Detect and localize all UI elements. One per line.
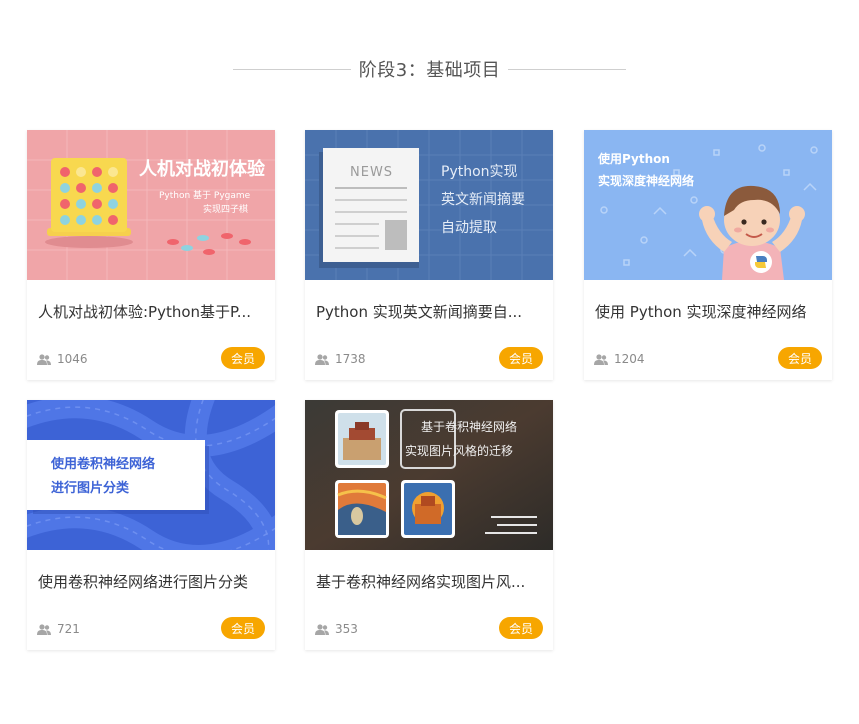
users-icon xyxy=(37,623,51,635)
course-title[interactable]: 基于卷积神经网络实现图片风... xyxy=(316,571,546,592)
learner-count: 1046 xyxy=(37,352,88,366)
thumb-subtitle: 进行图片分类 xyxy=(51,480,130,496)
learner-count: 1738 xyxy=(315,352,366,366)
learner-count: 1204 xyxy=(594,352,645,366)
divider-left xyxy=(232,68,351,70)
member-badge: 会员 xyxy=(778,347,822,369)
section-header: 阶段3：基础项目 xyxy=(0,54,859,84)
member-badge: 会员 xyxy=(499,617,543,639)
boy-python-illustration: 使用Python 实现深度神经网络 xyxy=(584,130,832,280)
course-thumbnail[interactable]: 基于卷积神经网络 实现图片风格的迁移 xyxy=(305,400,553,550)
thumb-subtitle: 实现深度神经网络 xyxy=(598,173,694,188)
users-icon xyxy=(315,623,329,635)
divider-right xyxy=(508,68,627,70)
news-label: NEWS xyxy=(350,165,393,180)
course-title[interactable]: Python 实现英文新闻摘要自... xyxy=(316,301,546,322)
course-card[interactable]: NEWS Python实现 英文新闻摘要 自动提取 Python 实现英文新闻摘… xyxy=(305,130,553,380)
thumb-title: 人机对战初体验 xyxy=(139,158,266,180)
connect-four-illustration: 人机对战初体验 Python 基于 Pygame 实现四子棋 xyxy=(27,130,275,280)
learner-count-value: 353 xyxy=(335,622,358,636)
course-thumbnail[interactable]: 人机对战初体验 Python 基于 Pygame 实现四子棋 xyxy=(27,130,275,280)
newspaper-illustration: NEWS Python实现 英文新闻摘要 自动提取 xyxy=(305,130,553,280)
member-badge: 会员 xyxy=(499,347,543,369)
course-card[interactable]: 人机对战初体验 Python 基于 Pygame 实现四子棋 人机对战初体验:P… xyxy=(27,130,275,380)
thumb-subtitle: 实现图片风格的迁移 xyxy=(405,443,513,458)
learner-count-value: 721 xyxy=(57,622,80,636)
thumb-title: 使用Python xyxy=(597,151,670,166)
style-transfer-illustration: 基于卷积神经网络 实现图片风格的迁移 xyxy=(305,400,553,550)
road-pattern-illustration: 使用卷积神经网络 进行图片分类 xyxy=(27,400,275,550)
course-card[interactable]: 使用卷积神经网络 进行图片分类 使用卷积神经网络进行图片分类 721 会员 xyxy=(27,400,275,650)
thumb-title: 使用卷积神经网络 xyxy=(50,456,155,472)
users-icon xyxy=(315,353,329,365)
thumb-title: 基于卷积神经网络 xyxy=(421,419,517,434)
users-icon xyxy=(594,353,608,365)
learner-count: 353 xyxy=(315,622,358,636)
users-icon xyxy=(37,353,51,365)
thumb-subtitle-2: 实现四子棋 xyxy=(203,203,248,215)
course-title[interactable]: 使用 Python 实现深度神经网络 xyxy=(595,301,825,322)
member-badge: 会员 xyxy=(221,347,265,369)
member-badge: 会员 xyxy=(221,617,265,639)
thumb-subtitle: 英文新闻摘要 xyxy=(441,191,525,208)
thumb-title: Python实现 xyxy=(441,164,518,180)
course-thumbnail[interactable]: NEWS Python实现 英文新闻摘要 自动提取 xyxy=(305,130,553,280)
course-card[interactable]: 使用Python 实现深度神经网络 使用 Python 实现深度神经网络 120… xyxy=(584,130,832,380)
learner-count: 721 xyxy=(37,622,80,636)
thumb-subtitle-2: 自动提取 xyxy=(441,220,497,236)
thumb-subtitle: Python 基于 Pygame xyxy=(159,189,251,201)
section-title: 阶段3：基础项目 xyxy=(358,60,501,81)
learner-count-value: 1738 xyxy=(335,352,366,366)
course-thumbnail[interactable]: 使用卷积神经网络 进行图片分类 xyxy=(27,400,275,550)
learner-count-value: 1046 xyxy=(57,352,88,366)
course-card[interactable]: 基于卷积神经网络 实现图片风格的迁移 基于卷积神经网络实现图片风... 353 … xyxy=(305,400,553,650)
course-thumbnail[interactable]: 使用Python 实现深度神经网络 xyxy=(584,130,832,280)
course-title[interactable]: 人机对战初体验:Python基于P... xyxy=(38,301,268,322)
course-title[interactable]: 使用卷积神经网络进行图片分类 xyxy=(38,571,268,592)
learner-count-value: 1204 xyxy=(614,352,645,366)
